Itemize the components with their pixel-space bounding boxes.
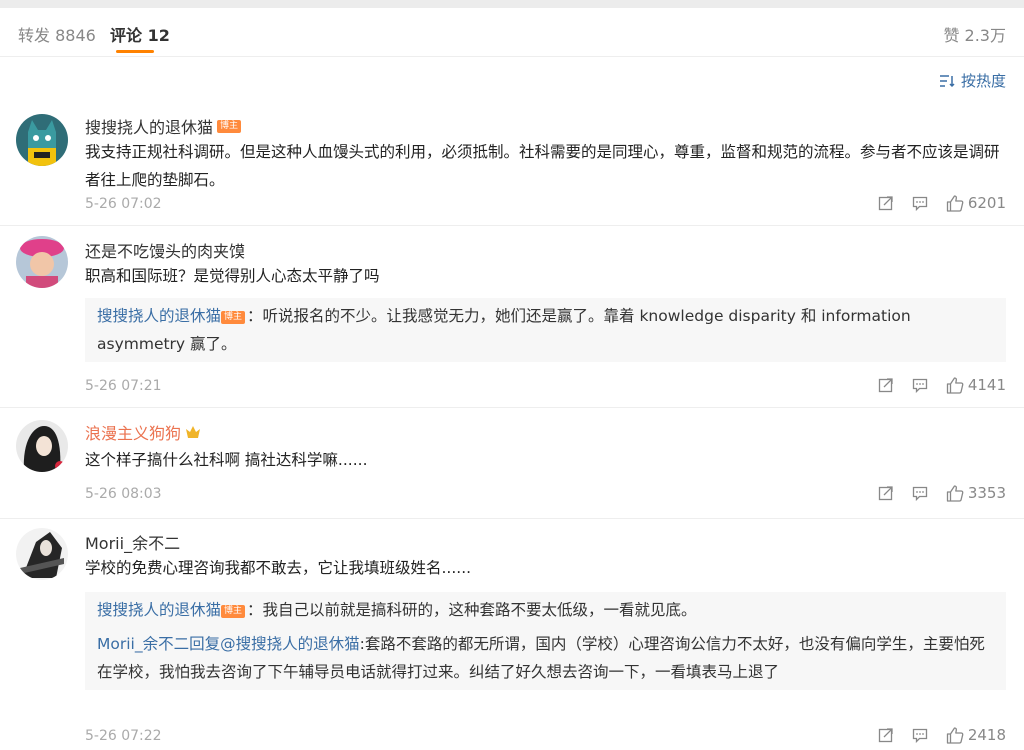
comment-icon (912, 486, 927, 501)
comment-actions: 6201 (878, 194, 1006, 212)
comment-text: 这个样子搞什么社科啊 搞社达科学嘛...... (85, 451, 368, 469)
comment-text: 我支持正规社科调研。但是这种人血馒头式的利用，必须抵制。社科需要的是同理心，尊重… (85, 143, 1000, 189)
reply-item: 搜搜挠人的退休猫 博主 ：我自己以前就是搞科研的，这种套路不要太低级，一看就见底。 (97, 596, 994, 624)
comment-time: 5-26 08:03 (85, 486, 162, 502)
reply-username[interactable]: 搜搜挠人的退休猫 (97, 307, 221, 325)
like-count: 3353 (967, 484, 1006, 502)
like-icon (946, 484, 964, 502)
share-button[interactable] (878, 195, 894, 211)
comment-button[interactable] (912, 485, 928, 501)
like-button[interactable]: 2418 (946, 726, 1006, 744)
share-button[interactable] (878, 727, 894, 743)
reply-box: 搜搜挠人的退休猫 博主 ：听说报名的不少。让我感觉无力，她们还是赢了。靠着 know… (85, 298, 1006, 362)
share-button[interactable] (878, 377, 894, 393)
tab-comments[interactable]: 评论 12 (110, 22, 170, 46)
share-icon (878, 486, 893, 501)
avatar[interactable] (16, 420, 68, 472)
author-badge: 博主 (221, 605, 246, 618)
like-count: 2418 (967, 726, 1006, 744)
like-count: 4141 (967, 376, 1006, 394)
avatar[interactable] (16, 236, 68, 288)
crown-icon (186, 426, 201, 438)
comment-button[interactable] (912, 377, 928, 393)
share-icon (878, 196, 893, 211)
comment-text: 学校的免费心理咨询我都不敢去，它让我填班级姓名...... (85, 559, 472, 577)
avatar[interactable] (16, 114, 68, 166)
tab-likes[interactable]: 赞 2.3万 (943, 22, 1006, 46)
comment-actions: 4141 (878, 376, 1006, 394)
divider (0, 518, 1024, 519)
comment-icon (912, 196, 927, 211)
reply-connector: 回复 (189, 635, 221, 653)
share-icon (878, 378, 893, 393)
reply-username[interactable]: Morii_余不二 (97, 635, 189, 653)
like-count: 6201 (967, 194, 1006, 212)
tab-repost[interactable]: 转发 8846 (18, 22, 96, 46)
username[interactable]: 还是不吃馒头的肉夹馍 (85, 238, 245, 262)
comment-button[interactable] (912, 195, 928, 211)
like-button[interactable]: 4141 (946, 376, 1006, 394)
tab-bar: 转发 8846 评论 12 赞 2.3万 (18, 22, 1006, 53)
reply-item: Morii_余不二回复@搜搜挠人的退休猫:套路不套路的都无所谓，国内（学校）心理… (97, 630, 994, 686)
comment-actions: 2418 (878, 726, 1006, 744)
username[interactable]: 搜搜挠人的退休猫 博主 (85, 114, 242, 138)
share-button[interactable] (878, 485, 894, 501)
top-gap (0, 0, 1024, 8)
reply-username[interactable]: 搜搜挠人的退休猫 (97, 601, 221, 619)
sort-button[interactable]: 按热度 (939, 70, 1006, 91)
comment-icon (912, 378, 927, 393)
username[interactable]: Morii_余不二 (85, 530, 180, 554)
comment-button[interactable] (912, 727, 928, 743)
mention-link[interactable]: @搜搜挠人的退休猫 (220, 635, 360, 653)
share-icon (878, 728, 893, 743)
author-badge: 博主 (221, 311, 246, 324)
like-icon (946, 376, 964, 394)
divider (0, 407, 1024, 408)
comment-icon (912, 728, 927, 743)
avatar[interactable] (16, 528, 68, 580)
comment-text: 职高和国际班？是觉得别人心态太平静了吗 (85, 267, 380, 285)
like-icon (946, 194, 964, 212)
divider (0, 225, 1024, 226)
tab-active-indicator (116, 50, 154, 53)
comment-time: 5-26 07:02 (85, 196, 162, 212)
reply-box: 搜搜挠人的退休猫 博主 ：我自己以前就是搞科研的，这种套路不要太低级，一看就见底。 … (85, 592, 1006, 690)
divider (0, 56, 1024, 57)
like-button[interactable]: 6201 (946, 194, 1006, 212)
username[interactable]: 浪漫主义狗狗 (85, 420, 201, 444)
author-badge: 博主 (217, 119, 242, 133)
reply-text: ：我自己以前就是搞科研的，这种套路不要太低级，一看就见底。 (247, 601, 697, 619)
like-button[interactable]: 3353 (946, 484, 1006, 502)
sort-label: 按热度 (960, 72, 1006, 90)
sort-icon (939, 74, 955, 87)
comment-time: 5-26 07:21 (85, 378, 162, 394)
comment-time: 5-26 07:22 (85, 728, 162, 744)
comment-actions: 3353 (878, 484, 1006, 502)
like-icon (946, 726, 964, 744)
